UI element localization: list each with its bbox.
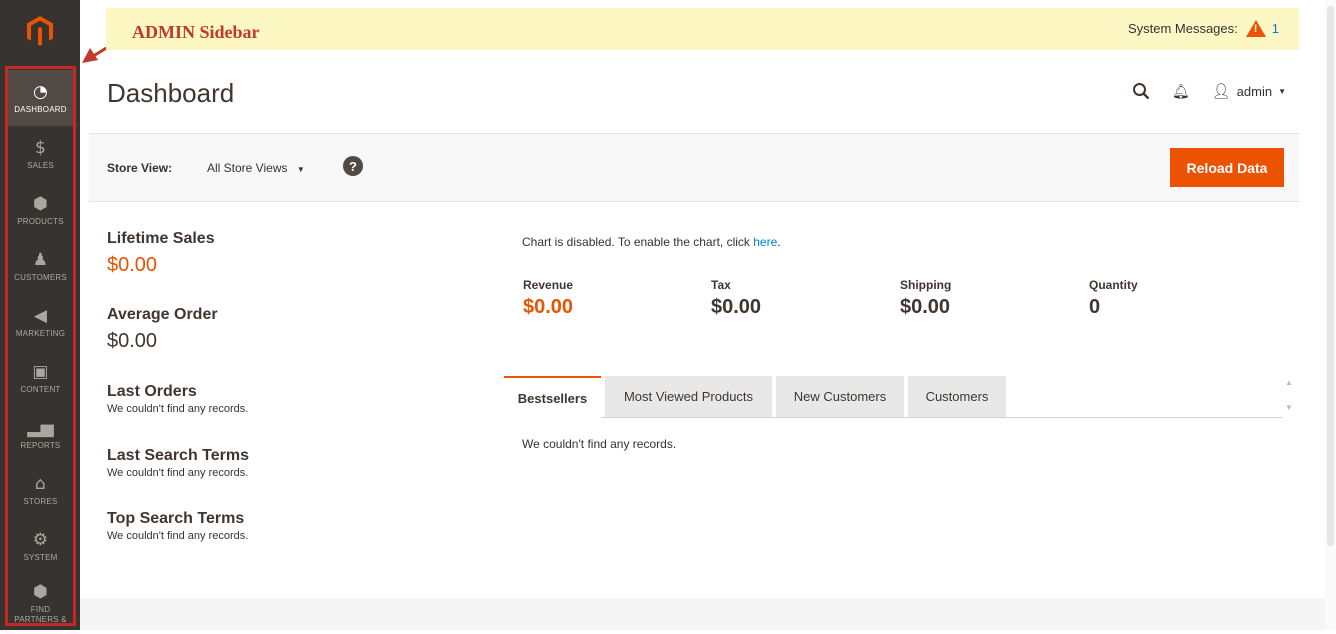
sidebar-item-marketing[interactable]: ◀ MARKETING	[8, 294, 73, 350]
chevron-down-icon: ▼	[296, 165, 305, 174]
scrollbar-thumb[interactable]	[1327, 6, 1334, 546]
content-layout-icon: ▣	[32, 361, 49, 382]
user-icon: 👤︎	[1211, 83, 1231, 100]
sidebar-item-sales[interactable]: $ SALES	[8, 126, 73, 182]
last-search-terms-title: Last Search Terms	[107, 447, 249, 464]
person-icon: ♟	[32, 249, 49, 270]
chart-notice-text: Chart is disabled. To enable the chart, …	[522, 235, 754, 249]
box-icon: ⬢	[32, 193, 49, 214]
last-search-terms-empty: We couldn't find any records.	[107, 467, 249, 479]
header-actions: 🔔︎ 👤︎ admin ▼	[1132, 82, 1286, 100]
sidebar-item-content[interactable]: ▣ CONTENT	[8, 350, 73, 406]
tab-most-viewed-products[interactable]: Most Viewed Products	[605, 376, 772, 417]
storefront-icon: ⌂	[35, 473, 46, 494]
admin-user-menu[interactable]: 👤︎ admin ▼	[1212, 82, 1286, 100]
chart-notice-end: .	[777, 235, 781, 249]
average-order-value: $0.00	[107, 330, 158, 352]
tab-customers[interactable]: Customers	[908, 376, 1006, 417]
bar-chart-icon: ▂▅	[27, 417, 54, 438]
sidebar-item-customers[interactable]: ♟ CUSTOMERS	[8, 238, 73, 294]
sidebar-item-label: MARKETING	[15, 328, 66, 338]
reload-data-button[interactable]: Reload Data	[1170, 148, 1284, 187]
shipping-value: $0.00	[900, 296, 951, 318]
top-search-terms-title: Top Search Terms	[107, 510, 245, 527]
revenue-label: Revenue	[523, 278, 574, 292]
store-view-label: Store View:	[107, 161, 173, 175]
tax-value: $0.00	[711, 296, 762, 318]
chevron-down-icon: ▼	[1278, 86, 1286, 96]
sidebar-item-find-partners[interactable]: ⬢ FIND PARTNERS &	[8, 574, 73, 634]
sidebar-item-label: SALES	[27, 160, 54, 170]
sidebar-nav: ◔ DASHBOARD $ SALES ⬢ PRODUCTS ♟ CUSTOME…	[8, 70, 73, 634]
system-messages-count[interactable]: 1	[1272, 21, 1279, 36]
lifetime-sales-value: $0.00	[107, 254, 158, 276]
partners-box-icon: ⬢	[32, 582, 49, 602]
sidebar-item-label: REPORTS	[20, 440, 61, 450]
sidebar-item-label: DASHBOARD	[14, 104, 67, 114]
sidebar-item-system[interactable]: ⚙ SYSTEM	[8, 518, 73, 574]
quantity-label: Quantity	[1089, 278, 1138, 292]
admin-username: admin	[1236, 83, 1273, 99]
tax-label: Tax	[711, 278, 731, 292]
chart-disabled-notice: Chart is disabled. To enable the chart, …	[522, 235, 781, 249]
annotation-label: ADMIN Sidebar	[132, 22, 260, 42]
sidebar-item-stores[interactable]: ⌂ STORES	[8, 462, 73, 518]
warning-icon: !	[1245, 20, 1266, 37]
sidebar-item-label: CONTENT	[20, 384, 61, 394]
dashboard-tabs: Bestsellers Most Viewed Products New Cus…	[504, 376, 1282, 418]
dollar-icon: $	[34, 137, 47, 158]
footer-band	[80, 598, 1325, 630]
system-messages[interactable]: System Messages: ! 1	[1128, 20, 1279, 37]
system-messages-bar: System Messages: ! 1	[106, 8, 1299, 50]
shipping-label: Shipping	[900, 278, 952, 292]
page-scrollbar[interactable]	[1325, 0, 1336, 630]
help-icon[interactable]: ?	[343, 156, 363, 176]
notification-bell-icon[interactable]: 🔔︎	[1172, 83, 1190, 100]
store-view-select[interactable]: All Store Views ▼	[207, 161, 305, 175]
sidebar-item-label: FIND PARTNERS &	[14, 605, 67, 624]
sidebar-item-label: PRODUCTS	[17, 216, 64, 226]
sidebar-item-label: STORES	[23, 496, 58, 506]
sidebar-item-label: SYSTEM	[23, 552, 58, 562]
megaphone-icon: ◀	[33, 305, 48, 326]
store-view-bar: Store View: All Store Views ▼ ? Reload D…	[89, 133, 1299, 202]
sidebar-item-reports[interactable]: ▂▅ REPORTS	[8, 406, 73, 462]
search-icon[interactable]	[1132, 82, 1150, 100]
last-orders-title: Last Orders	[107, 383, 197, 400]
sidebar-item-dashboard[interactable]: ◔ DASHBOARD	[8, 70, 73, 126]
tab-empty-message: We couldn't find any records.	[522, 437, 677, 451]
average-order-label: Average Order	[107, 306, 218, 323]
sidebar-item-products[interactable]: ⬢ PRODUCTS	[8, 182, 73, 238]
quantity-value: 0	[1089, 296, 1101, 318]
gear-icon: ⚙	[32, 529, 49, 550]
enable-chart-link[interactable]: here	[753, 235, 777, 249]
dashboard-gauge-icon: ◔	[32, 81, 49, 102]
lifetime-sales-label: Lifetime Sales	[107, 230, 215, 247]
magento-logo-icon[interactable]	[0, 0, 80, 62]
top-search-terms-empty: We couldn't find any records.	[107, 530, 249, 542]
sidebar-item-label: CUSTOMERS	[14, 272, 67, 282]
last-orders-empty: We couldn't find any records.	[107, 403, 249, 415]
tabs-scroll-up-icon[interactable]: ▲	[1285, 378, 1293, 387]
tab-bestsellers[interactable]: Bestsellers	[504, 376, 601, 418]
tabs-scroll-down-icon[interactable]: ▼	[1285, 403, 1293, 412]
admin-sidebar: ◔ DASHBOARD $ SALES ⬢ PRODUCTS ♟ CUSTOME…	[0, 0, 80, 630]
system-messages-label: System Messages:	[1127, 21, 1238, 36]
tab-new-customers[interactable]: New Customers	[776, 376, 904, 417]
page-title: Dashboard	[107, 78, 235, 108]
store-view-value: All Store Views	[207, 161, 288, 175]
revenue-value: $0.00	[523, 296, 574, 318]
